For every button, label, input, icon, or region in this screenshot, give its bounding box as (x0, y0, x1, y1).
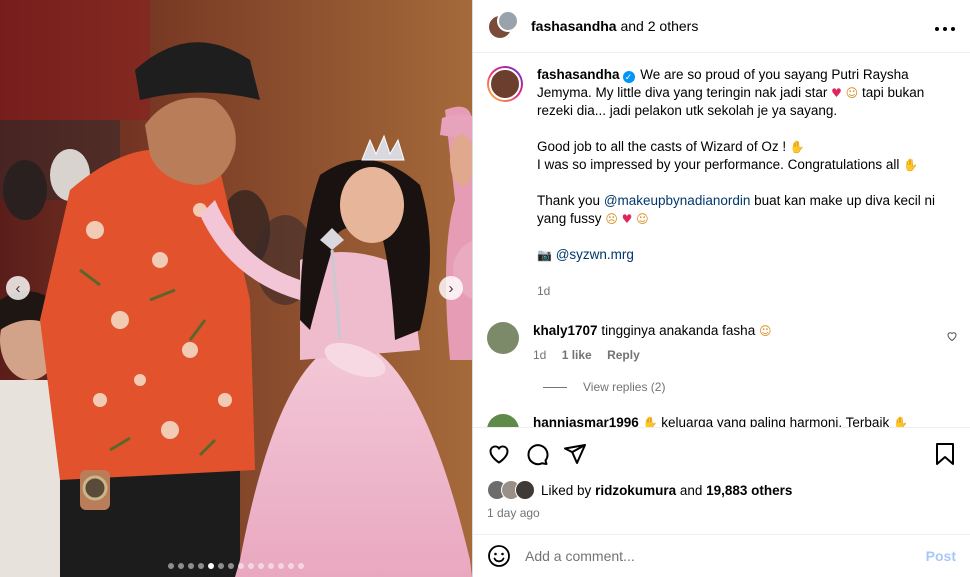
chevron-left-icon: ‹ (15, 279, 21, 297)
more-options-button[interactable] (934, 16, 956, 37)
crying-face-icon: ☹ (605, 212, 618, 226)
red-heart-icon: ♥ (621, 212, 633, 226)
comment-text: tingginya anakanda fasha (601, 323, 756, 338)
liked-by-prefix: Liked by (541, 482, 592, 498)
carousel-dot (168, 563, 174, 569)
comment-avatar[interactable] (487, 322, 519, 354)
carousel-dot (238, 563, 244, 569)
comment-item: hanniasmar1996 ✋ keluarga yang paling ha… (473, 406, 970, 427)
liked-by-username[interactable]: ridzokumura (595, 483, 676, 498)
verified-badge-icon: ✓ (622, 71, 635, 83)
carousel-prev-button[interactable]: ‹ (6, 276, 30, 300)
smiling-hearts-face-icon: ☺ (845, 86, 859, 100)
comment-bubble-icon (527, 444, 549, 466)
chevron-right-icon: › (448, 279, 454, 297)
comment-like-button[interactable] (946, 330, 958, 345)
post-date[interactable]: 1 day ago (487, 506, 956, 520)
red-heart-icon: ♥ (831, 86, 842, 100)
view-replies-label: View replies (2) (583, 380, 666, 394)
post-actions: Liked by ridzokumura and 19,883 others 1… (473, 427, 970, 520)
post-author[interactable]: fashasandha and 2 others (531, 18, 698, 34)
comment-username[interactable]: hanniasmar1996 (533, 415, 639, 427)
caption-timestamp[interactable]: 1d (537, 282, 937, 300)
view-replies-button[interactable]: View replies (2) (473, 364, 970, 394)
carousel-indicator (0, 563, 472, 569)
post-header: fashasandha and 2 others (473, 0, 970, 53)
comments-scroll-area[interactable]: fashasandha ✓ We are so proud of you saya… (473, 52, 970, 427)
camera-icon: 📷 (537, 248, 552, 262)
comment-text: keluarga yang paling harmoni. Terbaik (661, 415, 890, 427)
carousel-dot (298, 563, 304, 569)
comment-item: khaly1707 tingginya anakanda fasha ☺ 1d … (473, 314, 970, 364)
carousel-dot (218, 563, 224, 569)
liker-avatars (487, 480, 537, 500)
caption-text-4: I was so impressed by your performance. … (537, 157, 900, 172)
mention-link[interactable]: @makeupbynadianordin (604, 193, 751, 208)
carousel-dot (228, 563, 234, 569)
author-username[interactable]: fashasandha (531, 18, 617, 34)
carousel-dot (178, 563, 184, 569)
clapping-hands-icon: ✋ (892, 416, 908, 427)
likes-summary[interactable]: Liked by ridzokumura and 19,883 others (487, 480, 956, 500)
post-comment-button[interactable]: Post (926, 548, 956, 564)
clapping-hands-icon: ✋ (789, 140, 805, 154)
collab-avatar-stack[interactable] (487, 10, 519, 42)
carousel-dot (248, 563, 254, 569)
ellipsis-icon (935, 26, 955, 31)
caption-avatar[interactable] (487, 66, 523, 102)
carousel-dot (198, 563, 204, 569)
clapping-hands-icon: ✋ (903, 158, 919, 172)
carousel-dot (278, 563, 284, 569)
avatar (497, 10, 519, 32)
heart-outline-icon (947, 332, 957, 342)
post-caption: fashasandha ✓ We are so proud of you saya… (473, 52, 970, 300)
caption-text-5: Thank you (537, 193, 601, 208)
caption-username[interactable]: fashasandha (537, 67, 620, 82)
share-button[interactable] (563, 442, 587, 466)
emoji-picker-button[interactable] (487, 544, 511, 568)
like-button[interactable] (487, 442, 511, 466)
save-button[interactable] (934, 442, 956, 466)
heart-eyes-face-icon: ☺ (758, 324, 772, 338)
comment-avatar[interactable] (487, 414, 519, 427)
photographer-mention-link[interactable]: @syzwn.mrg (556, 247, 634, 262)
bookmark-icon (936, 443, 954, 465)
carousel-next-button[interactable]: › (439, 276, 463, 300)
liked-by-and: and (679, 482, 703, 498)
instagram-post-view: ‹ › fashasandha and 2 others fashasandha… (0, 0, 970, 577)
reply-button[interactable]: Reply (607, 348, 640, 362)
carousel-dot (188, 563, 194, 569)
add-comment-bar: Add a comment... Post (473, 534, 970, 577)
post-photo[interactable]: ‹ › (0, 0, 472, 577)
emoji-smiley-icon (488, 545, 510, 567)
comment-likes[interactable]: 1 like (562, 348, 592, 362)
smiling-face-icon: ☺ (636, 212, 649, 226)
clapping-hands-icon: ✋ (642, 416, 658, 427)
comment-time[interactable]: 1d (533, 348, 546, 362)
liked-by-others[interactable]: 19,883 others (706, 483, 792, 498)
post-side-panel: fashasandha and 2 others fashasandha ✓ We… (472, 0, 970, 577)
carousel-dot (288, 563, 294, 569)
comment-input[interactable]: Add a comment... (525, 548, 926, 564)
carousel-dot (258, 563, 264, 569)
heart-icon (489, 445, 509, 464)
comment-username[interactable]: khaly1707 (533, 323, 598, 338)
caption-text-3: Good job to all the casts of Wizard of O… (537, 139, 787, 154)
photo-scene (0, 0, 472, 577)
collaborators-text[interactable]: and 2 others (620, 18, 698, 34)
carousel-dot (268, 563, 274, 569)
paper-plane-icon (564, 444, 586, 464)
comment-button[interactable] (525, 442, 549, 466)
carousel-dot (208, 563, 214, 569)
